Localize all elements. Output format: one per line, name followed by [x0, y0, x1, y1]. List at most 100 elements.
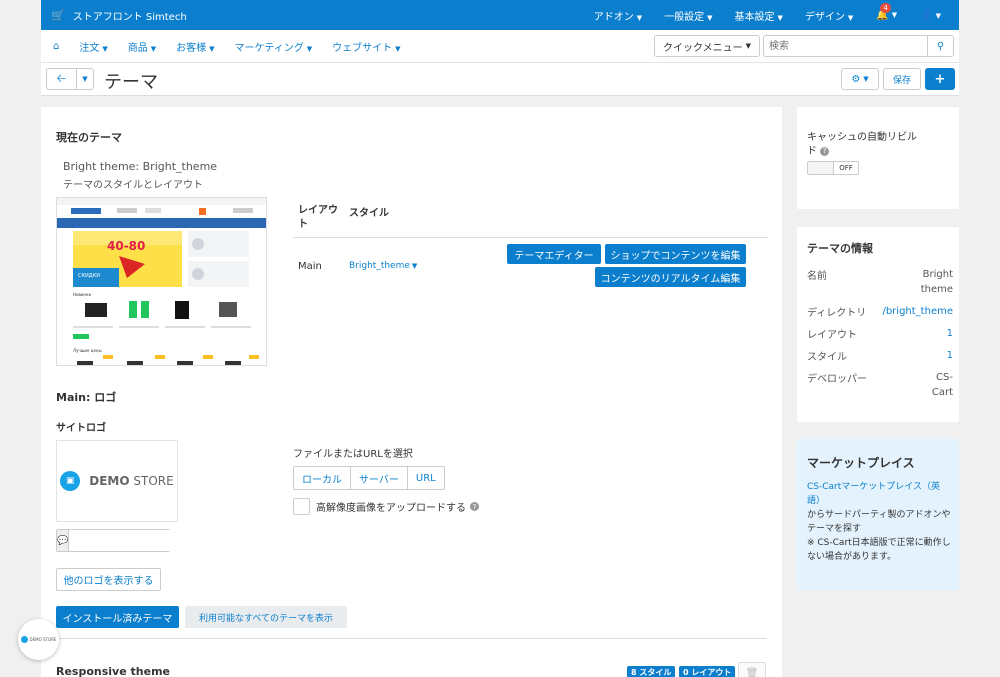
- user-menu[interactable]: 👤 ▼: [909, 10, 959, 21]
- layout-style-table: レイアウト スタイル Main Bright_theme ▼ テーマエディター シ…: [293, 202, 768, 298]
- user-icon: 👤: [920, 9, 933, 21]
- toggle-knob: [808, 162, 834, 174]
- caret-down-icon[interactable]: ▼: [77, 69, 93, 89]
- demo-store-logo-icon: ▣: [60, 471, 81, 491]
- store-logo-icon: [20, 636, 28, 643]
- layouts-count-badge: 0 レイアウト: [679, 666, 736, 677]
- logo-text: DEMO STORE: [89, 474, 174, 488]
- tab-all-themes[interactable]: 利用可能なすべてのテーマを表示: [185, 606, 347, 628]
- notifications-button[interactable]: 🔔 4 ▼: [864, 2, 909, 21]
- cache-panel: キャッシュの自動リビルド ? OFF: [797, 107, 959, 209]
- directory-link[interactable]: /bright_theme: [882, 304, 953, 319]
- info-row-style: スタイル 1: [807, 348, 953, 363]
- realtime-edit-button[interactable]: コンテンツのリアルタイム編集: [595, 267, 746, 287]
- settings-dropdown-button[interactable]: ⚙ ▼: [841, 68, 879, 90]
- floating-store-badge[interactable]: DEMO STORE: [18, 619, 59, 660]
- url-file-button[interactable]: URL: [408, 467, 444, 489]
- marketplace-panel: マーケットプレイス CS-Cartマーケットプレイス（英語） からサードパーティ…: [797, 439, 959, 590]
- alt-text-input[interactable]: [69, 530, 247, 551]
- theme-name: Bright theme: Bright_theme: [63, 160, 218, 173]
- theme-info-title: テーマの情報: [807, 242, 873, 255]
- nav-customers[interactable]: お客様 ▼: [176, 39, 214, 54]
- style-count-link[interactable]: 1: [947, 348, 953, 363]
- layout-value: Main: [298, 261, 322, 272]
- search-icon: ⚲: [936, 40, 945, 52]
- styles-count-badge: 8 スタイル: [627, 666, 676, 677]
- caret-down-icon: ▼: [847, 13, 854, 22]
- nav-website[interactable]: ウェブサイト ▼: [332, 39, 400, 54]
- menu-basic-settings[interactable]: 基本設定 ▼: [724, 8, 794, 23]
- hires-label: 高解像度画像をアップロードする: [316, 503, 466, 514]
- promo-text: 40-80: [107, 239, 145, 253]
- theme-editor-button[interactable]: テーマエディター: [507, 244, 601, 264]
- edit-content-button[interactable]: ショップでコンテンツを編集: [605, 244, 746, 264]
- nav-bar: ⌂ 注文 ▼ 商品 ▼ お客様 ▼ マーケティング ▼ ウェブサイト ▼ クイックメニュー…: [41, 30, 959, 63]
- store-name: ストアフロント Simtech: [72, 11, 187, 23]
- home-icon[interactable]: ⌂: [53, 41, 59, 52]
- logo-preview: ▣ DEMO STORE: [56, 440, 178, 522]
- storefront-preview: 40-80 СКИДКИ Новинки Лучшие цены: [57, 198, 266, 365]
- table-header: レイアウト スタイル: [293, 202, 768, 238]
- local-file-button[interactable]: ローカル: [294, 467, 351, 489]
- main-panel: 現在のテーマ Bright theme: Bright_theme テーマのスタ…: [41, 107, 782, 677]
- theme-info-panel: テーマの情報 名前 Bright theme ディレクトリ /bright_th…: [797, 227, 959, 422]
- caret-down-icon: ▼: [707, 13, 713, 22]
- current-theme-title: 現在のテーマ: [56, 131, 122, 144]
- comment-icon: 💬: [57, 530, 70, 551]
- help-icon[interactable]: ?: [820, 146, 830, 156]
- delete-theme-button[interactable]: 🗑: [738, 662, 766, 677]
- server-file-button[interactable]: サーバー: [351, 467, 408, 489]
- info-row-layout: レイアウト 1: [807, 326, 953, 341]
- marketplace-link[interactable]: CS-Cartマーケットプレイス（英語）: [807, 480, 953, 508]
- alt-text-field: 💬: [56, 529, 247, 552]
- style-dropdown[interactable]: Bright_theme ▼: [349, 261, 417, 271]
- divider: [56, 638, 767, 639]
- toggle-label: OFF: [839, 164, 853, 172]
- nav-marketing[interactable]: マーケティング ▼: [235, 39, 313, 54]
- theme-preview-image: 40-80 СКИДКИ Новинки Лучшие цены: [56, 197, 267, 366]
- nav-orders[interactable]: 注文 ▼: [79, 39, 107, 54]
- back-button-group[interactable]: 🡠 ▼: [46, 68, 94, 90]
- theme-subtitle: テーマのスタイルとレイアウト: [63, 180, 203, 191]
- caret-down-icon: ▼: [636, 13, 643, 22]
- info-row-name: 名前 Bright theme: [807, 269, 953, 295]
- arrow-left-icon[interactable]: 🡠: [47, 69, 77, 89]
- store-brand[interactable]: 🛒 ストアフロント Simtech: [51, 8, 187, 23]
- help-icon[interactable]: ?: [470, 502, 479, 511]
- search-input[interactable]: [763, 35, 927, 57]
- save-button[interactable]: 保存: [883, 68, 921, 90]
- search-button[interactable]: ⚲: [927, 35, 954, 57]
- hires-upload-option: 高解像度画像をアップロードする ?: [293, 498, 479, 515]
- cache-rebuild-label: キャッシュの自動リビルド ?: [807, 132, 917, 157]
- caret-down-icon: ▼: [777, 13, 783, 22]
- svg-text:Лучшие цены: Лучшие цены: [73, 348, 102, 353]
- title-bar: 🡠 ▼ テーマ ⚙ ▼ 保存 +: [41, 63, 959, 96]
- info-row-developer: デベロッパー CS-Cart: [807, 372, 953, 398]
- svg-text:СКИДКИ: СКИДКИ: [78, 273, 100, 279]
- menu-addons[interactable]: アドオン ▼: [583, 8, 653, 23]
- trash-icon: 🗑: [745, 667, 759, 677]
- hires-checkbox[interactable]: [293, 498, 310, 515]
- table-row: Main Bright_theme ▼ テーマエディター ショップでコンテンツを編…: [293, 238, 768, 298]
- add-button[interactable]: +: [925, 68, 955, 90]
- caret-down-icon: ▼: [891, 11, 898, 19]
- info-value: Bright theme: [920, 269, 953, 295]
- caret-down-icon: ▼: [935, 11, 941, 20]
- info-row-directory: ディレクトリ /bright_theme: [807, 304, 953, 319]
- show-other-logos-button[interactable]: 他のロゴを表示する: [56, 568, 161, 591]
- marketplace-title: マーケットプレイス: [807, 456, 915, 470]
- svg-text:Новинки: Новинки: [73, 292, 91, 297]
- info-value: CS-Cart: [931, 372, 953, 398]
- quick-menu-button[interactable]: クイックメニュー ▼: [654, 35, 760, 57]
- plus-icon: +: [934, 71, 946, 87]
- file-url-label: ファイルまたはURLを選択: [293, 449, 413, 460]
- cache-rebuild-toggle[interactable]: OFF: [807, 161, 859, 175]
- nav-products[interactable]: 商品 ▼: [128, 39, 156, 54]
- menu-general-settings[interactable]: 一般設定 ▼: [653, 8, 723, 23]
- menu-design[interactable]: デザイン ▼: [794, 8, 864, 23]
- gear-icon: ⚙: [851, 73, 861, 85]
- responsive-theme-title: Responsive theme: [56, 665, 170, 677]
- layout-count-link[interactable]: 1: [947, 326, 953, 341]
- tab-installed-themes[interactable]: インストール済みテーマ: [56, 606, 179, 628]
- file-source-buttons: ローカル サーバー URL: [293, 466, 445, 490]
